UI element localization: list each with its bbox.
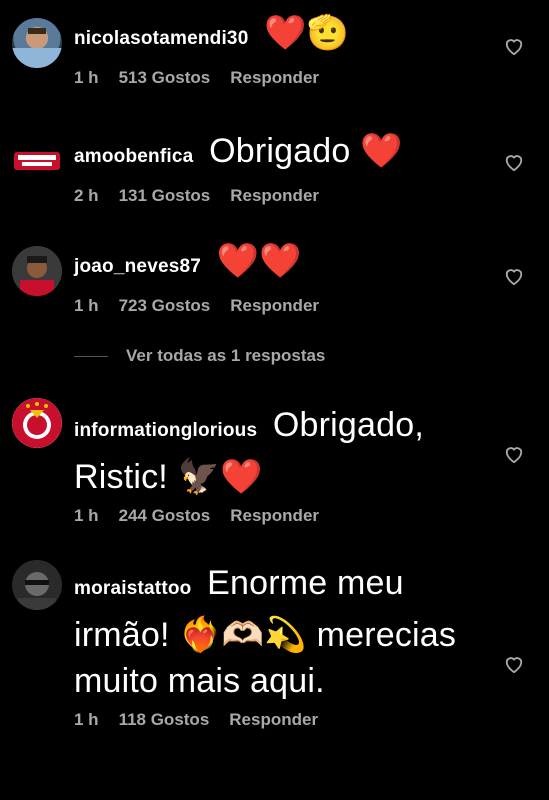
comment-meta: 1 h 244 Gostos Responder	[74, 506, 484, 526]
avatar[interactable]	[12, 136, 62, 186]
comment-time: 1 h	[74, 68, 99, 87]
amoobenfica-logo	[14, 152, 60, 170]
avatar[interactable]	[12, 560, 62, 610]
likes-count[interactable]: 131 Gostos	[119, 186, 211, 206]
view-replies-button[interactable]: Ver todas as 1 respostas	[74, 346, 325, 366]
comment-meta: 1 h 118 Gostos Responder	[74, 710, 484, 730]
comment-text-line: amoobenfica Obrigado ❤️	[74, 128, 484, 180]
comment-body: moraistattoo Enorme meu irmão! ❤️‍🔥🫶🏻💫 m…	[74, 560, 484, 730]
comment-body: joao_neves87 ❤️❤️ 1 h 723 Gostos Respond…	[74, 238, 484, 316]
heart-outline-icon[interactable]	[503, 266, 525, 286]
comment-body: informationglorious Obrigado, Ristic! 🦅❤…	[74, 402, 484, 526]
comment-text-line: informationglorious Obrigado, Ristic! 🦅❤…	[74, 402, 484, 500]
avatar[interactable]	[12, 18, 62, 68]
avatar-image	[12, 560, 62, 610]
avatar-image	[12, 28, 62, 68]
username[interactable]: amoobenfica	[74, 146, 193, 167]
comment-emojis: ❤️🫡	[264, 14, 350, 52]
username[interactable]: joao_neves87	[74, 256, 201, 277]
comment-text: Obrigado	[209, 132, 351, 170]
heart-outline-icon[interactable]	[503, 152, 525, 172]
comment-time: 1 h	[74, 506, 99, 525]
username[interactable]: informationglorious	[74, 420, 257, 441]
comment-body: nicolasotamendi30 ❤️🫡 1 h 513 Gostos Res…	[74, 10, 484, 88]
reply-button[interactable]: Responder	[230, 506, 319, 526]
heart-outline-icon[interactable]	[503, 36, 525, 56]
likes-count[interactable]: 244 Gostos	[119, 506, 211, 526]
reply-button[interactable]: Responder	[229, 710, 318, 730]
comments-feed: nicolasotamendi30 ❤️🫡 1 h 513 Gostos Res…	[0, 0, 549, 800]
likes-count[interactable]: 723 Gostos	[119, 296, 211, 316]
comment-emojis: ❤️‍🔥🫶🏻💫	[179, 616, 307, 654]
comment-text-line: joao_neves87 ❤️❤️	[74, 238, 484, 290]
username[interactable]: moraistattoo	[74, 578, 191, 599]
comment-emojis: ❤️❤️	[216, 242, 302, 280]
reply-button[interactable]: Responder	[230, 186, 319, 206]
divider-line	[74, 355, 108, 357]
heart-outline-icon[interactable]	[503, 654, 525, 674]
comment-time: 1 h	[74, 710, 99, 729]
comment-time: 1 h	[74, 296, 99, 315]
comment-meta: 1 h 723 Gostos Responder	[74, 296, 484, 316]
comment-meta: 2 h 131 Gostos Responder	[74, 186, 484, 206]
comment-text-line: nicolasotamendi30 ❤️🫡	[74, 10, 484, 62]
benfica-crest	[12, 398, 62, 448]
avatar-image	[12, 246, 62, 296]
comment-emojis: 🦅❤️	[177, 458, 263, 496]
comment-meta: 1 h 513 Gostos Responder	[74, 68, 484, 88]
view-replies-label: Ver todas as 1 respostas	[126, 346, 326, 365]
reply-button[interactable]: Responder	[230, 68, 319, 88]
avatar[interactable]	[12, 398, 62, 448]
likes-count[interactable]: 118 Gostos	[119, 710, 210, 730]
comment-text-line: moraistattoo Enorme meu irmão! ❤️‍🔥🫶🏻💫 m…	[74, 560, 484, 704]
reply-button[interactable]: Responder	[230, 296, 319, 316]
comment-body: amoobenfica Obrigado ❤️ 2 h 131 Gostos R…	[74, 128, 484, 206]
comment-emojis: ❤️	[360, 132, 403, 170]
username[interactable]: nicolasotamendi30	[74, 28, 248, 49]
avatar[interactable]	[12, 246, 62, 296]
likes-count[interactable]: 513 Gostos	[119, 68, 211, 88]
heart-outline-icon[interactable]	[503, 444, 525, 464]
comment-time: 2 h	[74, 186, 99, 205]
